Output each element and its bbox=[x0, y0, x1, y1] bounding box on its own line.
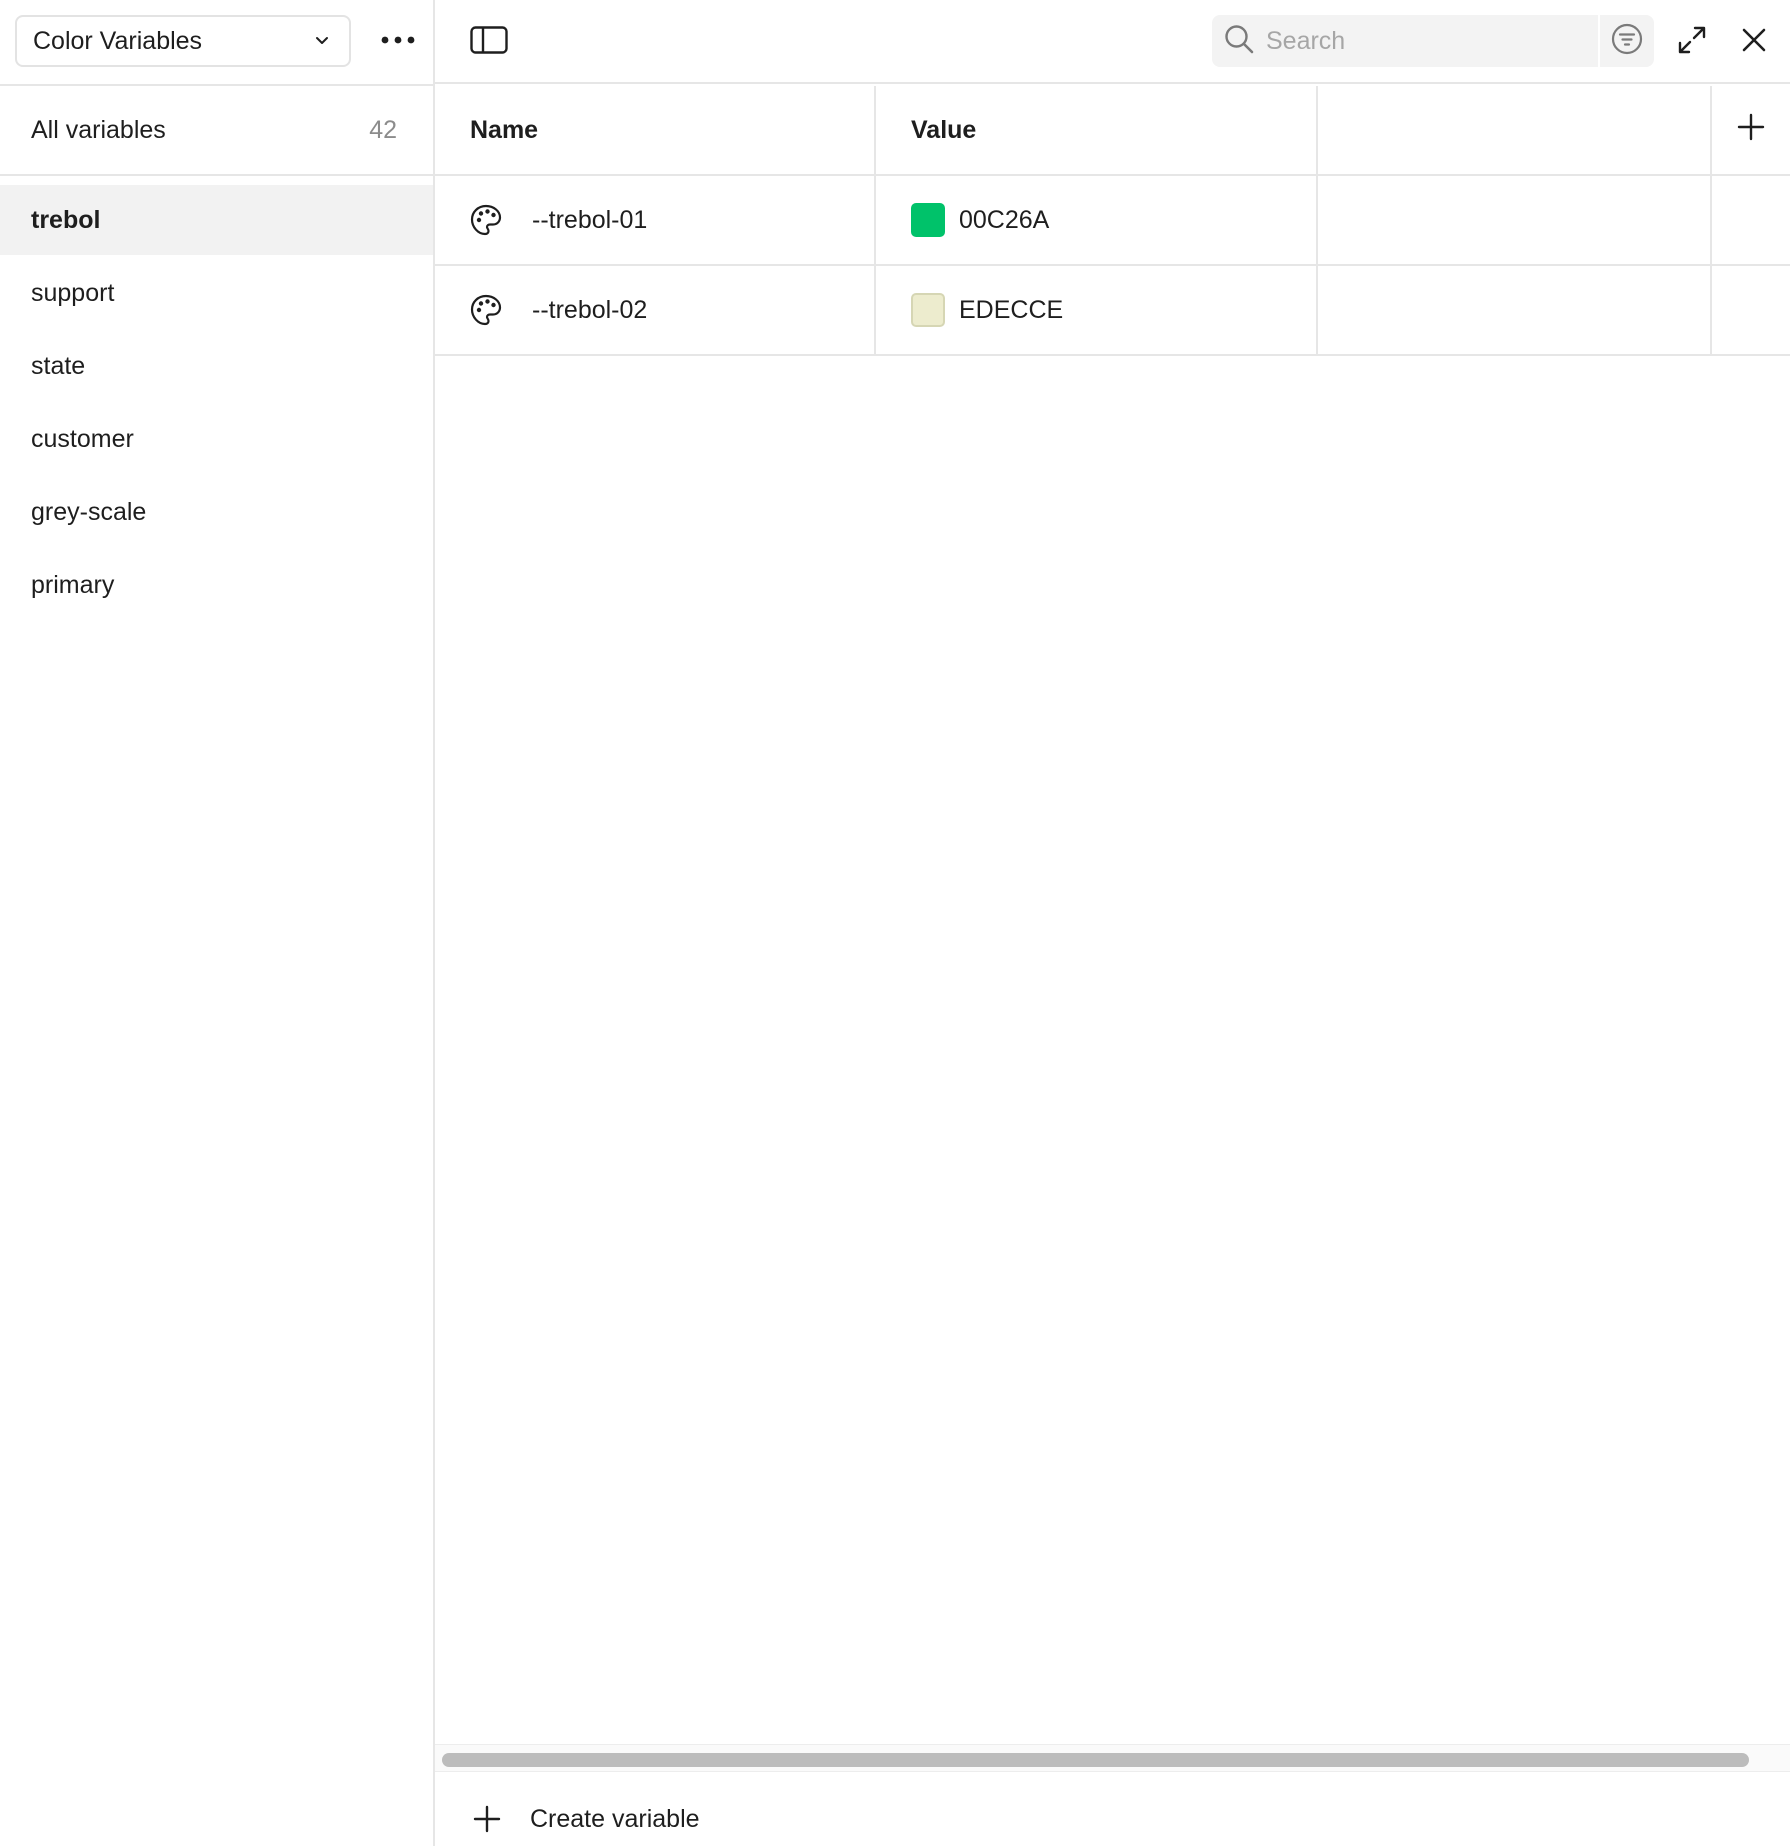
expand-button[interactable] bbox=[1670, 20, 1714, 64]
group-item-trebol[interactable]: trebol bbox=[0, 185, 433, 255]
empty-cell bbox=[1318, 176, 1712, 264]
color-swatch[interactable] bbox=[911, 203, 945, 237]
group-list: trebol support state customer grey-scale… bbox=[0, 185, 433, 623]
group-item-state[interactable]: state bbox=[0, 331, 433, 401]
all-variables-label: All variables bbox=[31, 115, 166, 144]
table-row[interactable]: --trebol-02 EDECCE bbox=[435, 266, 1790, 356]
table-row[interactable]: --trebol-01 00C26A bbox=[435, 176, 1790, 266]
search-box bbox=[1212, 15, 1598, 67]
variable-value-cell[interactable]: 00C26A bbox=[876, 176, 1318, 264]
color-palette-icon bbox=[470, 293, 504, 327]
search-input[interactable] bbox=[1266, 26, 1576, 56]
search-icon bbox=[1224, 24, 1254, 59]
variable-value: 00C26A bbox=[959, 205, 1050, 234]
column-header-name[interactable]: Name bbox=[435, 86, 876, 174]
close-button[interactable] bbox=[1732, 20, 1776, 64]
add-column-cell bbox=[1712, 86, 1790, 174]
create-variable-button[interactable]: Create variable bbox=[470, 1795, 700, 1843]
chevron-down-icon bbox=[311, 30, 333, 52]
plus-icon bbox=[470, 1802, 504, 1836]
empty-cell bbox=[1712, 176, 1790, 264]
close-icon bbox=[1741, 27, 1767, 58]
color-swatch[interactable] bbox=[911, 293, 945, 327]
variables-panel: Color Variables All variables 42 trebol … bbox=[0, 0, 1790, 1846]
column-header-empty bbox=[1318, 86, 1712, 174]
variable-name: --trebol-02 bbox=[532, 295, 648, 324]
empty-cell bbox=[1318, 266, 1712, 354]
variable-name: --trebol-01 bbox=[532, 205, 648, 234]
filter-button[interactable] bbox=[1600, 15, 1654, 67]
all-variables-item[interactable]: All variables 42 bbox=[0, 86, 433, 174]
variable-value-cell[interactable]: EDECCE bbox=[876, 266, 1318, 354]
variable-name-cell[interactable]: --trebol-01 bbox=[435, 176, 876, 264]
table-header-row: Name Value bbox=[435, 86, 1790, 176]
group-item-customer[interactable]: customer bbox=[0, 404, 433, 474]
sidebar-toggle-button[interactable] bbox=[467, 20, 511, 64]
divider bbox=[0, 174, 433, 176]
main-area: Name Value --trebol-01 bbox=[435, 0, 1790, 1846]
group-item-support[interactable]: support bbox=[0, 258, 433, 328]
collection-select-label: Color Variables bbox=[33, 26, 203, 55]
filter-icon bbox=[1611, 23, 1643, 60]
add-column-button[interactable] bbox=[1731, 110, 1771, 150]
column-header-value[interactable]: Value bbox=[876, 86, 1318, 174]
empty-cell bbox=[1712, 266, 1790, 354]
expand-icon bbox=[1677, 25, 1707, 60]
sidebar: Color Variables All variables 42 trebol … bbox=[0, 0, 435, 1846]
group-item-grey-scale[interactable]: grey-scale bbox=[0, 477, 433, 547]
horizontal-scrollbar[interactable] bbox=[435, 1744, 1790, 1772]
more-options-button[interactable] bbox=[370, 20, 426, 62]
variables-table: Name Value --trebol-01 00C26A --trebol-0… bbox=[435, 86, 1790, 356]
sidebar-toggle-icon bbox=[470, 25, 508, 59]
variable-name-cell[interactable]: --trebol-02 bbox=[435, 266, 876, 354]
all-variables-count: 42 bbox=[369, 115, 397, 144]
scrollbar-thumb[interactable] bbox=[442, 1753, 1749, 1767]
create-variable-label: Create variable bbox=[530, 1804, 700, 1833]
group-item-primary[interactable]: primary bbox=[0, 550, 433, 620]
ellipsis-icon bbox=[380, 32, 416, 50]
collection-select[interactable]: Color Variables bbox=[15, 15, 351, 67]
color-palette-icon bbox=[470, 203, 504, 237]
plus-icon bbox=[1737, 113, 1765, 148]
variable-value: EDECCE bbox=[959, 295, 1064, 324]
toolbar bbox=[435, 0, 1790, 84]
